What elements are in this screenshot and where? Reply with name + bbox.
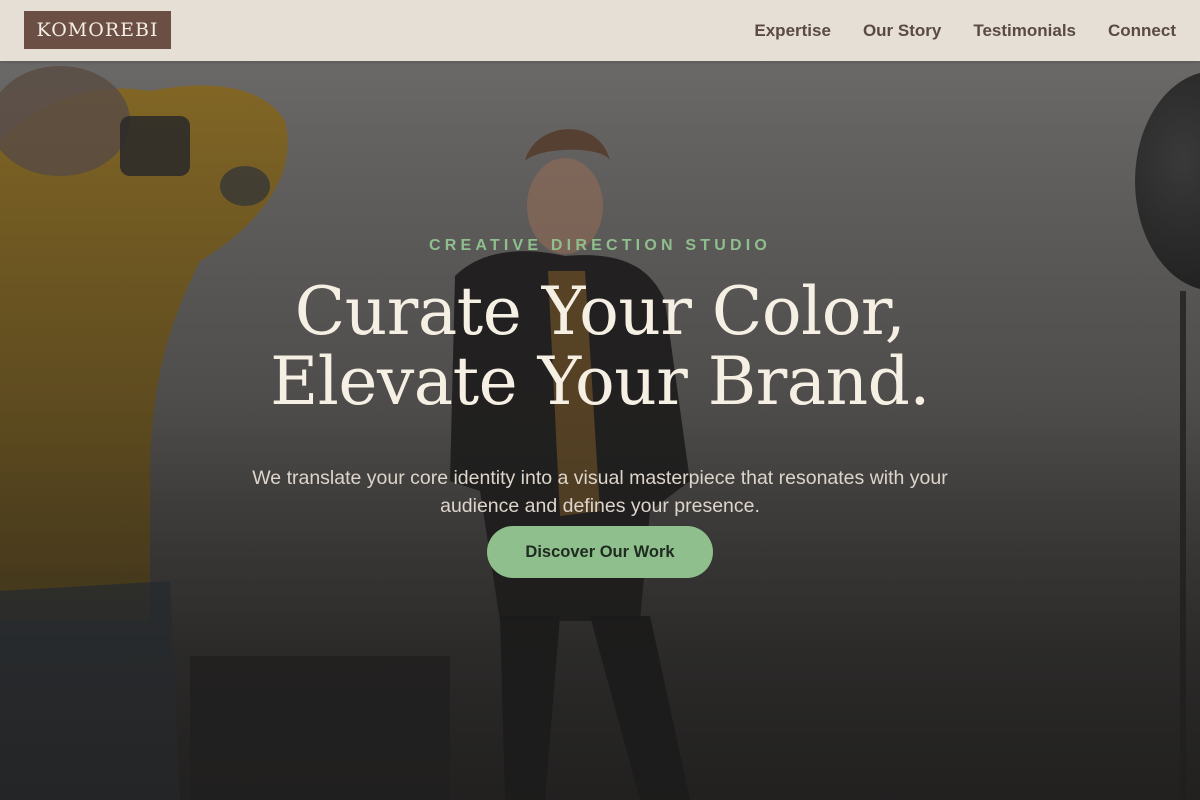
hero-content: CREATIVE DIRECTION STUDIO Curate Your Co… [0, 61, 1200, 800]
nav-link-expertise[interactable]: Expertise [754, 21, 831, 41]
nav-link-our-story[interactable]: Our Story [863, 21, 941, 41]
brand-logo[interactable]: KOMOREBI [24, 11, 171, 49]
hero-headline: Curate Your Color, Elevate Your Brand. [0, 277, 1200, 417]
hero-headline-line-2: Elevate Your Brand. [270, 343, 930, 420]
nav-link-connect[interactable]: Connect [1108, 21, 1176, 41]
page: KOMOREBI Expertise Our Story Testimonial… [0, 0, 1200, 800]
main-nav: Expertise Our Story Testimonials Connect [754, 0, 1176, 61]
nav-link-testimonials[interactable]: Testimonials [973, 21, 1076, 41]
site-header: KOMOREBI Expertise Our Story Testimonial… [0, 0, 1200, 61]
discover-work-button[interactable]: Discover Our Work [487, 526, 713, 578]
hero-subtext: We translate your core identity into a v… [252, 466, 948, 517]
hero-eyebrow: CREATIVE DIRECTION STUDIO [428, 237, 772, 254]
hero-headline-line-1: Curate Your Color, [294, 273, 906, 350]
